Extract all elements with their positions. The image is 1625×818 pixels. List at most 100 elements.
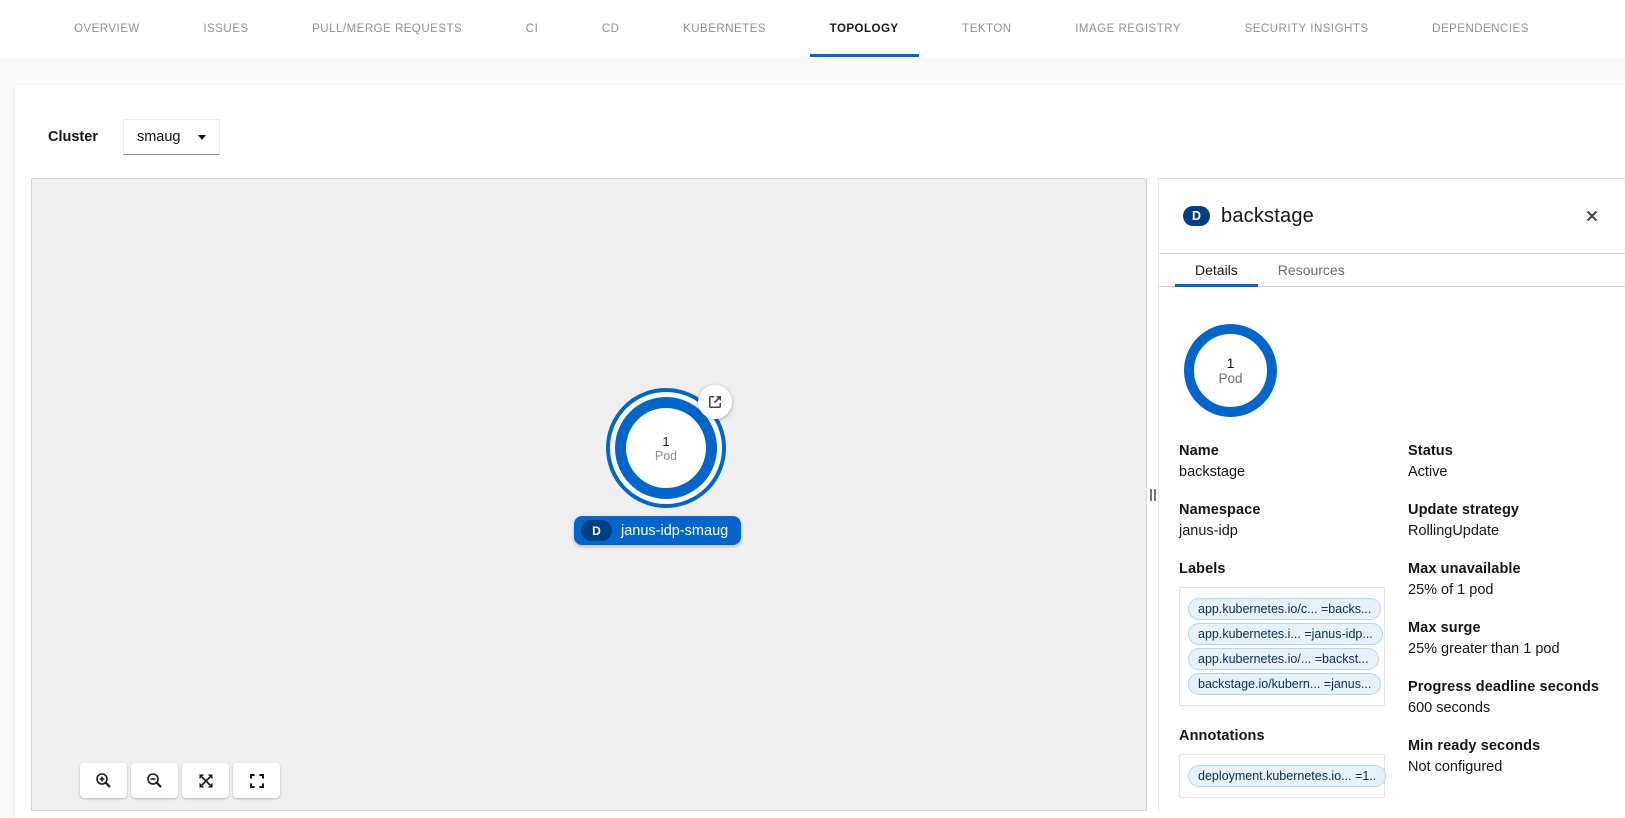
header-tab-label: CI — [526, 23, 539, 35]
field-annotations: Annotations deployment.kubernetes.io... … — [1179, 728, 1408, 798]
header-tab[interactable]: CD — [586, 0, 636, 57]
deployment-kind-badge: D — [1183, 206, 1210, 226]
cluster-select-value: smaug — [137, 129, 181, 145]
panel-tab-label: Details — [1195, 262, 1238, 278]
header-tab[interactable]: TEKTON — [946, 0, 1027, 57]
field-label: Max unavailable — [1408, 561, 1605, 577]
fit-to-screen-icon — [198, 773, 214, 789]
annotation-chip-text: deployment.kubernetes.io... =1.. — [1198, 769, 1376, 783]
header-tab[interactable]: KUBERNETES — [667, 0, 782, 57]
side-panel: D backstage Details — [1158, 178, 1625, 811]
field-label: Status — [1408, 443, 1605, 459]
label-chip[interactable]: backstage.io/kubern... =janus... — [1188, 673, 1381, 695]
label-chip[interactable]: app.kubernetes.io/... =backst... — [1188, 648, 1379, 670]
fullscreen-button[interactable] — [233, 763, 280, 798]
labels-chip-group: app.kubernetes.io/c... =backs... app.kub… — [1179, 587, 1385, 706]
topology-card: Cluster smaug 1 Pod — [15, 85, 1625, 818]
label-chip[interactable]: app.kubernetes.io/c... =backs... — [1188, 598, 1381, 620]
field-label: Update strategy — [1408, 502, 1605, 518]
page-background: Cluster smaug 1 Pod — [0, 57, 1625, 818]
field-label: Annotations — [1179, 728, 1408, 744]
deployment-kind-badge: D — [581, 520, 612, 541]
header-tab[interactable]: ISSUES — [187, 0, 264, 57]
pod-donut[interactable]: 1 Pod — [1184, 324, 1277, 417]
canvas-controls — [80, 763, 280, 798]
node-label[interactable]: D janus-idp-smaug — [574, 516, 741, 545]
annotation-chip[interactable]: deployment.kubernetes.io... =1.. — [1188, 765, 1386, 787]
pod-donut-count: 1 — [1227, 355, 1235, 371]
fit-to-screen-button[interactable] — [182, 763, 229, 798]
header-tab-label: TEKTON — [962, 23, 1011, 35]
cluster-row: Cluster smaug — [48, 119, 1625, 155]
cluster-select[interactable]: smaug — [123, 119, 220, 155]
detail-field: Update strategy RollingUpdate — [1408, 502, 1605, 539]
header-tab[interactable]: PULL/MERGE REQUESTS — [296, 0, 478, 57]
header-tab-label: PULL/MERGE REQUESTS — [312, 23, 462, 35]
open-url-decorator[interactable] — [698, 385, 732, 419]
details-column-right: Status Active Update strategy RollingUpd… — [1408, 443, 1605, 811]
header-tab-label: KUBERNETES — [683, 23, 766, 35]
field-value: janus-idp — [1179, 523, 1408, 539]
field-value: 25% of 1 pod — [1408, 582, 1605, 598]
pod-count-label: Pod — [655, 449, 677, 463]
header-tab-label: TOPOLOGY — [830, 23, 899, 35]
zoom-out-button[interactable] — [131, 763, 178, 798]
node-label-text: janus-idp-smaug — [621, 523, 728, 539]
header-tab[interactable]: IMAGE REGISTRY — [1059, 0, 1197, 57]
field-value: RollingUpdate — [1408, 523, 1605, 539]
field-name: Name backstage — [1179, 443, 1408, 480]
label-chip[interactable]: app.kubernetes.i... =janus-idp... — [1188, 623, 1383, 645]
header-tab[interactable]: OVERVIEW — [58, 0, 156, 57]
detail-field: Max surge 25% greater than 1 pod — [1408, 620, 1605, 657]
pod-count: 1 — [662, 434, 669, 449]
header-tab[interactable]: CI — [510, 0, 555, 57]
header-tab-label: DEPENDENCIES — [1432, 23, 1529, 35]
panel-title: backstage — [1221, 205, 1314, 228]
header-tab[interactable]: DEPENDENCIES — [1416, 0, 1545, 57]
field-label: Progress deadline seconds — [1408, 679, 1605, 695]
header-tab-label: CD — [602, 23, 620, 35]
field-namespace: Namespace janus-idp — [1179, 502, 1408, 539]
label-chip-text: app.kubernetes.i... =janus-idp... — [1198, 627, 1373, 641]
external-link-icon — [707, 394, 723, 410]
close-button[interactable] — [1581, 205, 1603, 227]
field-value: backstage — [1179, 464, 1408, 480]
field-label: Name — [1179, 443, 1408, 459]
side-panel-body: 1 Pod Name backstage Namespace janus-idp — [1159, 287, 1625, 811]
header-tab-label: OVERVIEW — [74, 23, 140, 35]
drag-handle-icon — [1150, 489, 1156, 501]
topology-canvas[interactable]: 1 Pod D janus-idp-smaug — [31, 178, 1147, 811]
detail-field: Progress deadline seconds 600 seconds — [1408, 679, 1605, 716]
field-value: Active — [1408, 464, 1605, 480]
header-tab-label: ISSUES — [203, 23, 248, 35]
field-value: 25% greater than 1 pod — [1408, 641, 1605, 657]
field-value: 600 seconds — [1408, 700, 1605, 716]
side-panel-header: D backstage — [1159, 179, 1625, 254]
pod-donut-label: Pod — [1218, 371, 1242, 386]
fullscreen-icon — [249, 773, 265, 789]
side-panel-tabs: Details Resources — [1159, 254, 1625, 287]
zoom-in-icon — [95, 772, 112, 789]
cluster-label: Cluster — [48, 129, 98, 145]
panel-tab[interactable]: Details — [1175, 254, 1258, 286]
zoom-in-button[interactable] — [80, 763, 127, 798]
field-label: Namespace — [1179, 502, 1408, 518]
field-label: Labels — [1179, 561, 1408, 577]
annotations-chip-group: deployment.kubernetes.io... =1.. — [1179, 754, 1385, 798]
label-chip-text: app.kubernetes.io/c... =backs... — [1198, 602, 1371, 616]
details-column-left: Name backstage Namespace janus-idp Label… — [1179, 443, 1408, 811]
field-value: Not configured — [1408, 759, 1605, 775]
label-chip-text: backstage.io/kubern... =janus... — [1198, 677, 1371, 691]
close-icon — [1585, 209, 1599, 223]
field-labels: Labels app.kubernetes.io/c... =backs... — [1179, 561, 1408, 706]
header-tab[interactable]: SECURITY INSIGHTS — [1229, 0, 1385, 57]
caret-down-icon — [198, 135, 206, 140]
entity-tab-bar: OVERVIEW ISSUES PULL/MERGE REQUESTS CI C… — [0, 0, 1625, 57]
detail-field: Min ready seconds Not configured — [1408, 738, 1605, 775]
header-tab[interactable]: TOPOLOGY — [814, 0, 915, 57]
detail-field: Status Active — [1408, 443, 1605, 480]
panel-tab[interactable]: Resources — [1258, 254, 1365, 286]
topology-view: 1 Pod D janus-idp-smaug — [31, 178, 1625, 811]
panel-resize-handle[interactable] — [1147, 178, 1158, 811]
label-chip-text: app.kubernetes.io/... =backst... — [1198, 652, 1369, 666]
